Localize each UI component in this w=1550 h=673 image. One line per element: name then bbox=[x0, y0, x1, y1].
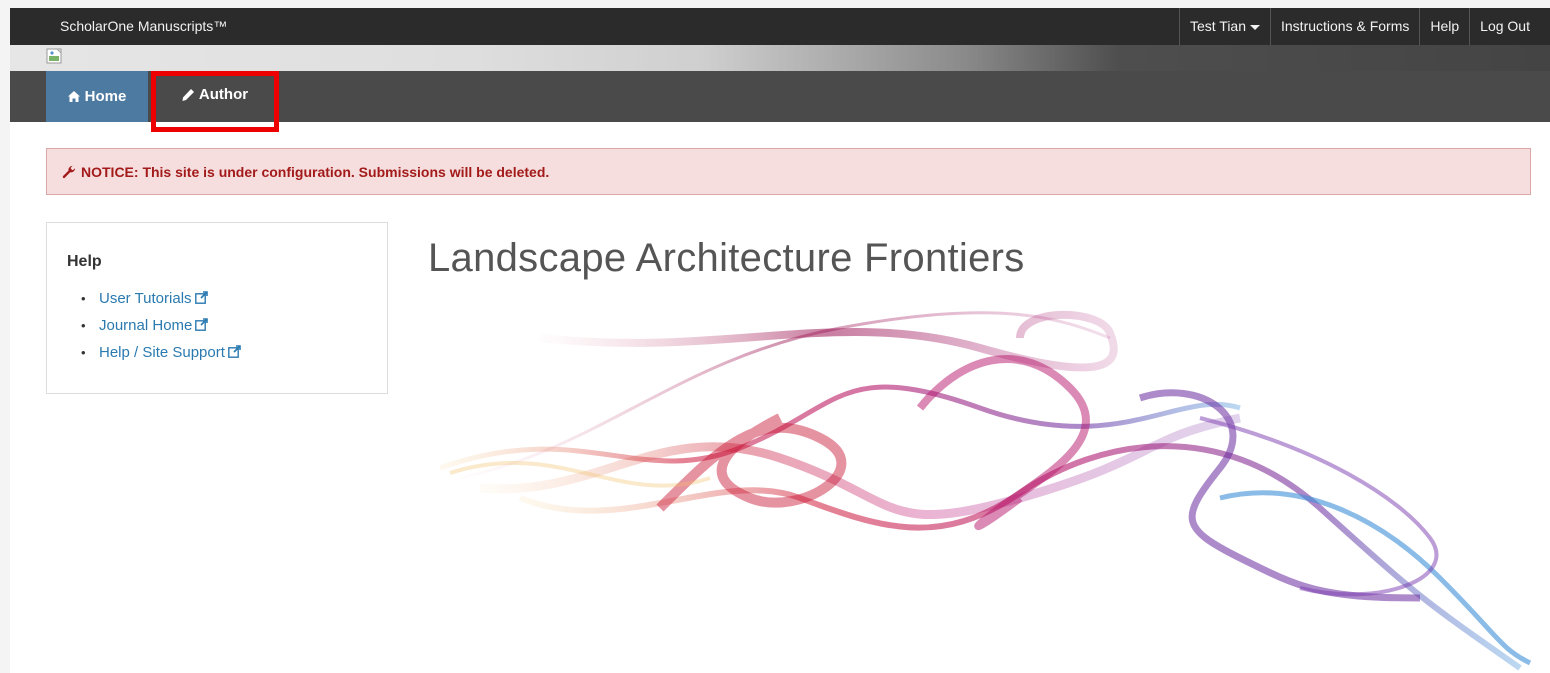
logout-link[interactable]: Log Out bbox=[1469, 8, 1540, 45]
help-panel-title: Help bbox=[67, 253, 102, 270]
help-link-label: Help / Site Support bbox=[99, 344, 225, 361]
journal-banner bbox=[10, 45, 1550, 71]
wrench-icon bbox=[62, 165, 76, 178]
nav-home-label: Home bbox=[84, 88, 127, 105]
nav-home-tab[interactable]: Home bbox=[46, 71, 148, 122]
broken-image-icon bbox=[46, 48, 62, 64]
nav-author-tab[interactable]: Author bbox=[151, 71, 279, 132]
help-link-user-tutorials[interactable]: User Tutorials bbox=[67, 285, 367, 312]
top-nav: Test Tian Instructions & Forms Help Log … bbox=[1178, 8, 1540, 45]
external-link-icon bbox=[194, 291, 208, 304]
top-bar: ScholarOne Manuscripts™ Test Tian Instru… bbox=[10, 8, 1550, 45]
help-link-journal-home[interactable]: Journal Home bbox=[67, 312, 367, 339]
instructions-forms-link[interactable]: Instructions & Forms bbox=[1270, 8, 1419, 45]
help-link-label: Journal Home bbox=[99, 317, 193, 334]
help-link-list: User Tutorials Journal Home Help / Site … bbox=[67, 285, 367, 366]
nav-author-label: Author bbox=[198, 86, 249, 103]
journal-title: Landscape Architecture Frontiers bbox=[428, 236, 1025, 280]
caret-down-icon bbox=[1250, 24, 1260, 30]
help-link-site-support[interactable]: Help / Site Support bbox=[67, 339, 367, 366]
brand-name: ScholarOne Manuscripts™ bbox=[60, 18, 228, 34]
page: ScholarOne Manuscripts™ Test Tian Instru… bbox=[10, 8, 1550, 673]
help-link[interactable]: Help bbox=[1419, 8, 1469, 45]
user-name: Test Tian bbox=[1189, 18, 1246, 34]
home-icon bbox=[67, 91, 80, 102]
main-nav: Home Author bbox=[10, 71, 1550, 132]
help-link-label: User Tutorials bbox=[99, 290, 192, 307]
external-link-icon bbox=[228, 345, 241, 358]
user-menu[interactable]: Test Tian bbox=[1178, 8, 1270, 45]
smoke-artwork bbox=[439, 310, 1532, 671]
external-link-icon bbox=[195, 318, 209, 331]
notice-text: NOTICE: This site is under configuration… bbox=[81, 163, 550, 180]
notice-alert: NOTICE: This site is under configuration… bbox=[46, 148, 1531, 195]
help-panel: Help User Tutorials Journal Home Help / … bbox=[46, 222, 388, 394]
pencil-icon bbox=[182, 89, 194, 101]
